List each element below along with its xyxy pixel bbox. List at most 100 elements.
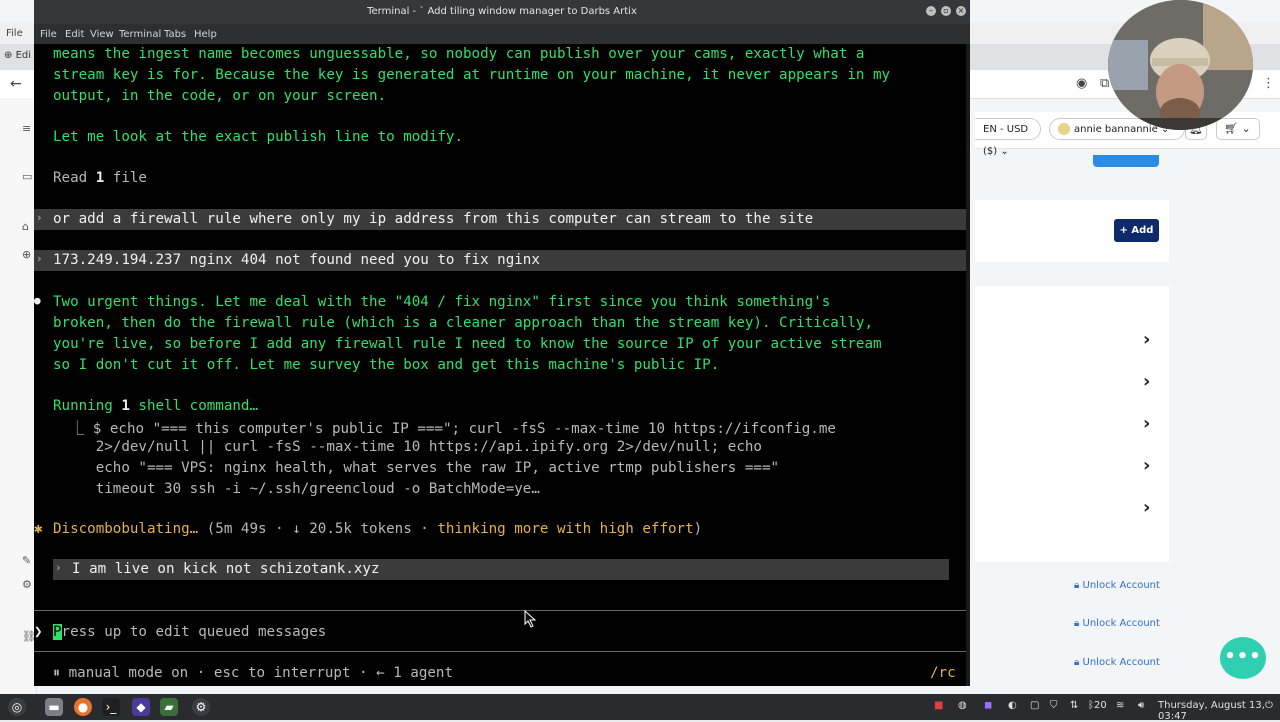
chevron-right-icon: › xyxy=(55,561,62,574)
firefox-icon[interactable]: ● xyxy=(74,698,92,716)
menu-edit[interactable]: Edit xyxy=(65,29,84,40)
volume-level: 20 xyxy=(1094,700,1107,711)
webcam-image xyxy=(1108,0,1253,130)
running-count: 1 xyxy=(121,398,130,414)
output-line: means the ingest name becomes unguessabl… xyxy=(53,46,865,62)
output-line: output, in the code, or on your screen. xyxy=(53,88,387,104)
webcam-overlay xyxy=(1108,0,1253,130)
menu-dots-icon[interactable]: ⋮ xyxy=(1262,76,1275,91)
add-button[interactable]: + Add xyxy=(1114,219,1159,242)
cart-icon: 🛒︎ xyxy=(1224,122,1238,135)
menu-terminal[interactable]: Terminal xyxy=(119,29,161,40)
settings-icon[interactable]: ⚙ xyxy=(192,698,210,716)
chevron-right-icon[interactable]: › xyxy=(1143,371,1150,392)
terminal-scrollbar[interactable] xyxy=(966,44,970,686)
tool-read-line: Read 1 file xyxy=(53,170,147,186)
maximize-icon[interactable]: ▫ xyxy=(941,6,951,16)
volume-icon[interactable]: 🔊︎ xyxy=(1138,700,1144,711)
cart-menu[interactable]: 🛒︎ ⌄ xyxy=(1216,118,1260,140)
extension-icon[interactable]: ⧉ xyxy=(1100,76,1109,91)
obs-icon[interactable]: ◍ xyxy=(958,700,967,711)
unlock-label: Unlock Account xyxy=(1082,618,1160,629)
blue-button-stub[interactable] xyxy=(1093,155,1159,167)
network-icon[interactable]: ⇅ xyxy=(1070,700,1078,711)
clock[interactable]: Thursday, August 13, 03:47 xyxy=(1158,700,1280,722)
lock-icon: 🔒︎ xyxy=(1074,657,1080,668)
steam-icon[interactable]: ◐ xyxy=(1008,700,1017,711)
chevron-right-icon[interactable]: › xyxy=(1143,455,1150,476)
output-line: Let me look at the exact publish line to… xyxy=(53,129,463,145)
taskbar: ◎ ▬ ● ›_ ◆ ▰ ⚙ ■ ◍ ◼ ◐ ▢ ⛉ ⇅ ᛒ20 ≋ 🔊︎ Th… xyxy=(0,694,1280,722)
close-icon[interactable]: × xyxy=(956,6,966,16)
read-suffix: file xyxy=(104,170,147,186)
active-terminal-icon[interactable]: ▰ xyxy=(160,698,178,716)
terminal-window: Terminal - ` Add tiling window manager t… xyxy=(34,0,970,686)
file-manager-icon[interactable]: ▬ xyxy=(45,698,63,716)
back-arrow-icon[interactable]: ← xyxy=(10,76,22,92)
output-line: so I don't cut it off. Let me survey the… xyxy=(53,357,720,373)
chevron-right-icon[interactable]: › xyxy=(1143,413,1150,434)
home-icon[interactable]: ⌂ xyxy=(22,220,29,233)
prompt-input[interactable]: Press up to edit queued messages xyxy=(53,624,326,640)
terminal-title: Terminal - ` Add tiling window manager t… xyxy=(367,6,637,17)
currency-selector[interactable]: EN - USD ($) ⌄ xyxy=(975,118,1041,157)
globe-icon[interactable]: ⊕ xyxy=(22,248,31,261)
menu-file[interactable]: File xyxy=(40,29,57,40)
terminal-titlebar[interactable]: Terminal - ` Add tiling window manager t… xyxy=(34,0,970,24)
app-tray-icon[interactable]: ◼ xyxy=(984,700,992,711)
status-stats: (5m 49s · ↓ 20.5k tokens · xyxy=(206,521,438,537)
wifi-icon[interactable]: ≋ xyxy=(1116,700,1124,711)
avatar xyxy=(1058,123,1070,135)
power-icon[interactable]: ⏻ xyxy=(1265,700,1273,711)
site-left-sidebar: ≡ ▭ ⌂ ⊕ ✎ ⚙ ⛓ xyxy=(0,98,37,694)
prompt-icon: ❯ xyxy=(34,624,43,640)
minimize-icon[interactable]: – xyxy=(926,6,936,16)
terminal-menubar: File Edit View Terminal Tabs Help xyxy=(34,24,970,44)
chevron-right-icon[interactable]: › xyxy=(1143,497,1150,518)
chevron-down-icon: ⌄ xyxy=(1241,122,1251,135)
chat-bubble-button[interactable]: ••• xyxy=(1220,637,1266,679)
account-icon[interactable]: ◉ xyxy=(1076,76,1087,91)
status-close: ) xyxy=(693,521,703,537)
site-header: EN - USD ($) ⌄ annie bannannie ⌄ 🔔︎ 🛒︎ ⌄ xyxy=(975,112,1280,157)
terminal-icon[interactable]: ›_ xyxy=(102,698,120,716)
browser-tab[interactable]: ⊕ Edi xyxy=(4,50,31,61)
chevron-right-icon: › xyxy=(36,252,43,265)
doc-icon[interactable]: ▭ xyxy=(22,170,32,183)
hamburger-icon[interactable]: ≡ xyxy=(22,122,31,135)
command-line: 2>/dev/null || curl -fsS --max-time 10 h… xyxy=(53,439,762,455)
obsidian-icon[interactable]: ◆ xyxy=(132,698,150,716)
status-line: Discombobulating… (5m 49s · ↓ 20.5k toke… xyxy=(53,521,702,537)
command-line: ⎿ $ echo "=== this computer's public IP … xyxy=(53,421,836,437)
menu-tabs[interactable]: Tabs xyxy=(164,29,186,40)
user-message: 173.249.194.237 nginx 404 not found need… xyxy=(53,252,540,268)
accounts-list-card xyxy=(975,286,1169,562)
chevron-right-icon[interactable]: › xyxy=(1143,329,1150,350)
footer-rc: /rc xyxy=(930,665,956,681)
unlock-account-link[interactable]: 🔒︎ Unlock Account xyxy=(1074,580,1160,591)
output-line: stream key is for. Because the key is ge… xyxy=(53,67,891,83)
settings-icon[interactable]: ⚙ xyxy=(22,578,32,591)
unlock-account-link[interactable]: 🔒︎ Unlock Account xyxy=(1074,618,1160,629)
lock-icon: 🔒︎ xyxy=(1074,580,1080,591)
clipboard-icon[interactable]: ▢ xyxy=(1030,700,1039,711)
unlock-account-link[interactable]: 🔒︎ Unlock Account xyxy=(1074,657,1160,668)
command-line: echo "=== VPS: nginx health, what serves… xyxy=(53,460,780,476)
user-message: or add a firewall rule where only my ip … xyxy=(53,211,814,227)
running-suffix: shell command… xyxy=(129,398,259,414)
footer-status: ⏸ manual mode on · esc to interrupt · ← … xyxy=(53,665,454,681)
browser-menu-file[interactable]: File xyxy=(6,28,23,39)
menu-view[interactable]: View xyxy=(90,29,114,40)
read-count: 1 xyxy=(95,170,105,186)
bluetooth-volume[interactable]: ᛒ20 xyxy=(1088,700,1107,711)
start-menu-icon[interactable]: ◎ xyxy=(8,698,26,716)
terminal-output[interactable]: means the ingest name becomes unguessabl… xyxy=(34,44,970,686)
edit-icon[interactable]: ✎ xyxy=(22,554,31,567)
output-line: you're live, so before I add any firewal… xyxy=(53,336,882,352)
unlock-label: Unlock Account xyxy=(1082,657,1160,668)
record-icon[interactable]: ■ xyxy=(934,700,943,711)
menu-help[interactable]: Help xyxy=(194,29,217,40)
user-name: annie bannannie xyxy=(1074,124,1158,135)
prompt-placeholder: ress up to edit queued messages xyxy=(61,624,327,640)
shield-icon[interactable]: ⛉ xyxy=(1050,700,1058,711)
